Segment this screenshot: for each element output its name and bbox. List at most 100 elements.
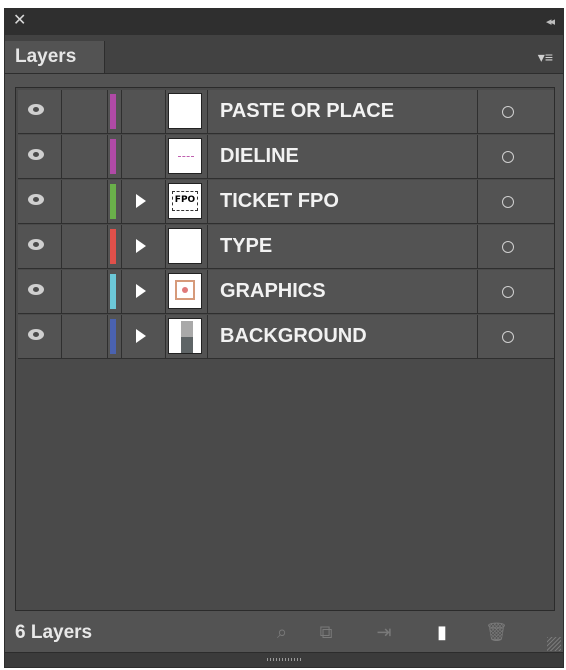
layer-name-cell[interactable]: TICKET FPO (208, 180, 478, 223)
layer-name[interactable]: BACKGROUND (220, 315, 367, 358)
layer-color-cell (108, 180, 122, 223)
layer-thumbnail-cell (166, 225, 208, 268)
lock-toggle[interactable] (62, 135, 108, 178)
disclosure-triangle-icon[interactable] (136, 329, 146, 343)
panel-bottom-strip (5, 652, 563, 667)
layer-row[interactable]: DIELINE (18, 135, 554, 179)
layer-thumbnail (168, 273, 202, 309)
layers-list: PASTE OR PLACE DIELINE FPO TICKET FPO TYPE GR… (15, 87, 555, 611)
panel-tab-row: Layers ▾≡ (5, 35, 563, 74)
eye-icon[interactable] (28, 329, 44, 340)
visibility-toggle[interactable] (18, 90, 62, 133)
layer-thumbnail-cell (166, 270, 208, 313)
layer-row[interactable]: BACKGROUND (18, 315, 554, 359)
close-icon[interactable]: ✕ (13, 13, 26, 29)
layer-row[interactable]: PASTE OR PLACE (18, 90, 554, 134)
visibility-toggle[interactable] (18, 270, 62, 313)
layer-thumbnail (168, 318, 202, 354)
layer-name-cell[interactable]: BACKGROUND (208, 315, 478, 358)
disclosure-triangle-icon[interactable] (136, 239, 146, 253)
target-circle-icon[interactable] (502, 106, 514, 118)
eye-icon[interactable] (28, 194, 44, 205)
disclosure-triangle-icon[interactable] (136, 194, 146, 208)
layer-name[interactable]: GRAPHICS (220, 270, 326, 313)
layer-thumbnail (168, 138, 202, 174)
layer-name[interactable]: TYPE (220, 225, 272, 268)
panel-titlebar: ✕ ◂◂ (5, 9, 563, 35)
layer-row[interactable]: GRAPHICS (18, 270, 554, 314)
layer-name-cell[interactable]: GRAPHICS (208, 270, 478, 313)
target-cell[interactable] (478, 315, 554, 358)
target-cell[interactable] (478, 180, 554, 223)
layer-name[interactable]: PASTE OR PLACE (220, 90, 394, 133)
lock-toggle[interactable] (62, 225, 108, 268)
expand-toggle[interactable] (122, 315, 166, 358)
layer-color-bar (110, 139, 116, 174)
layer-color-cell (108, 90, 122, 133)
make-clipping-mask-icon[interactable]: ⧉ (315, 621, 337, 643)
visibility-toggle[interactable] (18, 135, 62, 178)
layer-color-bar (110, 229, 116, 264)
lock-toggle[interactable] (62, 90, 108, 133)
fpo-text: FPO (172, 191, 198, 211)
layer-color-cell (108, 135, 122, 178)
layers-panel: ✕ ◂◂ Layers ▾≡ PASTE OR PLACE DIELINE FPO T… (4, 8, 564, 668)
target-cell[interactable] (478, 225, 554, 268)
search-icon[interactable]: ⌕ (271, 621, 293, 643)
trash-icon[interactable]: 🗑 (485, 621, 508, 643)
layer-row[interactable]: TYPE (18, 225, 554, 269)
visibility-toggle[interactable] (18, 315, 62, 358)
eye-icon[interactable] (28, 284, 44, 295)
target-cell[interactable] (478, 270, 554, 313)
target-cell[interactable] (478, 135, 554, 178)
collapse-panel-icon[interactable]: ◂◂ (546, 15, 555, 28)
layer-color-bar (110, 94, 116, 129)
visibility-toggle[interactable] (18, 180, 62, 223)
lock-toggle[interactable] (62, 180, 108, 223)
move-to-layer-icon[interactable]: ⇥ (373, 621, 395, 643)
graphic-thumbnail-art (175, 280, 195, 300)
target-circle-icon[interactable] (502, 196, 514, 208)
expand-toggle[interactable] (122, 180, 166, 223)
layer-name[interactable]: DIELINE (220, 135, 299, 178)
layer-name-cell[interactable]: DIELINE (208, 135, 478, 178)
layer-color-cell (108, 315, 122, 358)
eye-icon[interactable] (28, 239, 44, 250)
layer-color-bar (110, 319, 116, 354)
eye-icon[interactable] (28, 149, 44, 160)
layer-count-label: 6 Layers (15, 622, 93, 643)
expand-toggle (122, 135, 166, 178)
resize-grip[interactable] (547, 637, 561, 651)
target-circle-icon[interactable] (502, 286, 514, 298)
expand-toggle[interactable] (122, 270, 166, 313)
lock-toggle[interactable] (62, 315, 108, 358)
layer-row[interactable]: FPO TICKET FPO (18, 180, 554, 224)
layer-thumbnail-cell: FPO (166, 180, 208, 223)
expand-toggle (122, 90, 166, 133)
lock-toggle[interactable] (62, 270, 108, 313)
layer-thumbnail: FPO (168, 183, 202, 219)
expand-toggle[interactable] (122, 225, 166, 268)
visibility-toggle[interactable] (18, 225, 62, 268)
layer-thumbnail-cell (166, 135, 208, 178)
layer-color-cell (108, 225, 122, 268)
tab-layers[interactable]: Layers (5, 41, 105, 73)
panel-menu-icon[interactable]: ▾≡ (538, 49, 553, 66)
layer-name-cell[interactable]: PASTE OR PLACE (208, 90, 478, 133)
disclosure-triangle-icon[interactable] (136, 284, 146, 298)
background-thumb-bottom (181, 337, 193, 353)
dieline-line (178, 156, 194, 158)
drag-handle[interactable] (267, 658, 301, 661)
layer-thumbnail-cell (166, 90, 208, 133)
target-circle-icon[interactable] (502, 241, 514, 253)
layer-color-bar (110, 274, 116, 309)
target-circle-icon[interactable] (502, 331, 514, 343)
target-cell[interactable] (478, 90, 554, 133)
layer-name[interactable]: TICKET FPO (220, 180, 339, 223)
layer-thumbnail (168, 93, 202, 129)
target-circle-icon[interactable] (502, 151, 514, 163)
layer-name-cell[interactable]: TYPE (208, 225, 478, 268)
eye-icon[interactable] (28, 104, 44, 115)
new-layer-icon[interactable]: ▮ (431, 621, 453, 643)
layer-thumbnail-cell (166, 315, 208, 358)
